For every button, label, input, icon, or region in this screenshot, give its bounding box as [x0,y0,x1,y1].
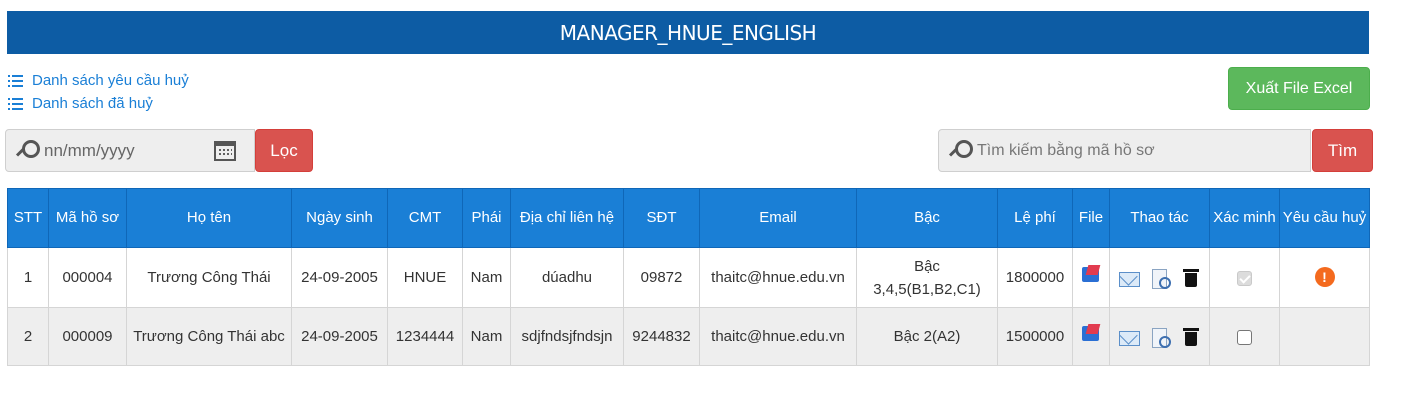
cell-yeu-cau-huy [1279,307,1370,366]
trash-icon[interactable] [1180,326,1202,348]
cell-stt: 1 [7,247,49,308]
cell-sdt: 09872 [623,247,700,308]
cell-email: thaitc@hnue.edu.vn [699,307,857,366]
app-title: MANAGER_HNUE_ENGLISH [559,20,817,45]
link-cancelled-list[interactable]: Danh sách đã huỷ [8,92,189,115]
date-input-placeholder: nn/mm/yyyy [44,140,135,160]
table-row: 2 000009 Trương Công Thái abc 24-09-2005… [7,307,1370,366]
export-excel-button[interactable]: Xuất File Excel [1228,67,1370,110]
date-filter-group: nn/mm/yyyy Lọc [5,129,313,172]
cell-phai: Nam [462,247,511,308]
search-icon [949,139,973,163]
cell-ma-ho-so: 000004 [48,247,127,308]
cell-dia-chi: sdjfndsjfndsjn [510,307,624,366]
header-file: File [1072,188,1110,248]
link-cancel-requests[interactable]: Danh sách yêu cầu huỷ [8,69,189,92]
header-ma-ho-so: Mã hồ sơ [48,188,127,248]
cell-bac: Bậc 2(A2) [856,307,998,366]
header-stt: STT [7,188,49,248]
cell-yeu-cau-huy: ! [1279,247,1370,308]
cell-sdt: 9244832 [623,307,700,366]
header-xac-minh: Xác minh [1209,188,1280,248]
search-input-placeholder: Tìm kiếm bằng mã hồ sơ [977,141,1155,159]
cell-xac-minh [1209,307,1280,366]
header-dia-chi: Địa chỉ liên hệ [510,188,624,248]
search-button[interactable]: Tìm [1312,129,1373,172]
cell-ma-ho-so: 000009 [48,307,127,366]
quick-links: Danh sách yêu cầu huỷ Danh sách đã huỷ [8,69,189,115]
header-email: Email [699,188,857,248]
link-cancel-requests-label: Danh sách yêu cầu huỷ [32,72,189,89]
file-folder-icon[interactable] [1080,263,1102,285]
cell-ngay-sinh: 24-09-2005 [291,307,388,366]
cell-actions [1109,307,1210,366]
cell-actions [1109,247,1210,308]
cell-cmt: 1234444 [387,307,463,366]
link-cancelled-list-label: Danh sách đã huỷ [32,95,153,112]
verify-checkbox[interactable] [1237,329,1252,345]
header-phai: Phái [462,188,511,248]
cell-bac: Bậc 3,4,5(B1,B2,C1) [856,247,998,308]
cell-ho-ten: Trương Công Thái [126,247,292,308]
trash-icon[interactable] [1180,267,1202,289]
header-ho-ten: Họ tên [126,188,292,248]
registrations-table: STT Mã hồ sơ Họ tên Ngày sinh CMT Phái Đ… [7,188,1370,366]
header-cmt: CMT [387,188,463,248]
filter-button[interactable]: Lọc [255,129,313,172]
header-le-phi: Lệ phí [997,188,1073,248]
date-input[interactable]: nn/mm/yyyy [5,129,255,172]
table-row: 1 000004 Trương Công Thái 24-09-2005 HNU… [7,247,1370,308]
view-document-icon[interactable] [1149,267,1171,289]
list-icon [8,97,24,110]
warning-icon[interactable]: ! [1314,267,1335,287]
verify-checkbox[interactable] [1237,270,1252,286]
cell-le-phi: 1500000 [997,307,1073,366]
search-input[interactable]: Tìm kiếm bằng mã hồ sơ [938,129,1311,172]
view-document-icon[interactable] [1149,326,1171,348]
cell-ngay-sinh: 24-09-2005 [291,247,388,308]
cell-le-phi: 1800000 [997,247,1073,308]
header-ngay-sinh: Ngày sinh [291,188,388,248]
cell-xac-minh [1209,247,1280,308]
cell-email: thaitc@hnue.edu.vn [699,247,857,308]
calendar-icon[interactable] [214,141,236,161]
cell-cmt: HNUE [387,247,463,308]
mail-icon[interactable] [1118,326,1140,348]
cell-phai: Nam [462,307,511,366]
cell-dia-chi: dúadhu [510,247,624,308]
table-header-row: STT Mã hồ sơ Họ tên Ngày sinh CMT Phái Đ… [7,188,1370,248]
list-icon [8,74,24,87]
cell-file [1072,247,1110,308]
mail-icon[interactable] [1118,267,1140,289]
header-yeu-cau-huy: Yêu cầu huỷ [1279,188,1370,248]
search-icon [16,139,40,163]
cell-stt: 2 [7,307,49,366]
header-sdt: SĐT [623,188,700,248]
header-thao-tac: Thao tác [1109,188,1210,248]
file-folder-icon[interactable] [1080,322,1102,344]
header-bac: Bậc [856,188,998,248]
cell-file [1072,307,1110,366]
search-group: Tìm kiếm bằng mã hồ sơ Tìm [938,129,1373,172]
cell-ho-ten: Trương Công Thái abc [126,307,292,366]
app-title-banner: MANAGER_HNUE_ENGLISH [7,11,1369,54]
